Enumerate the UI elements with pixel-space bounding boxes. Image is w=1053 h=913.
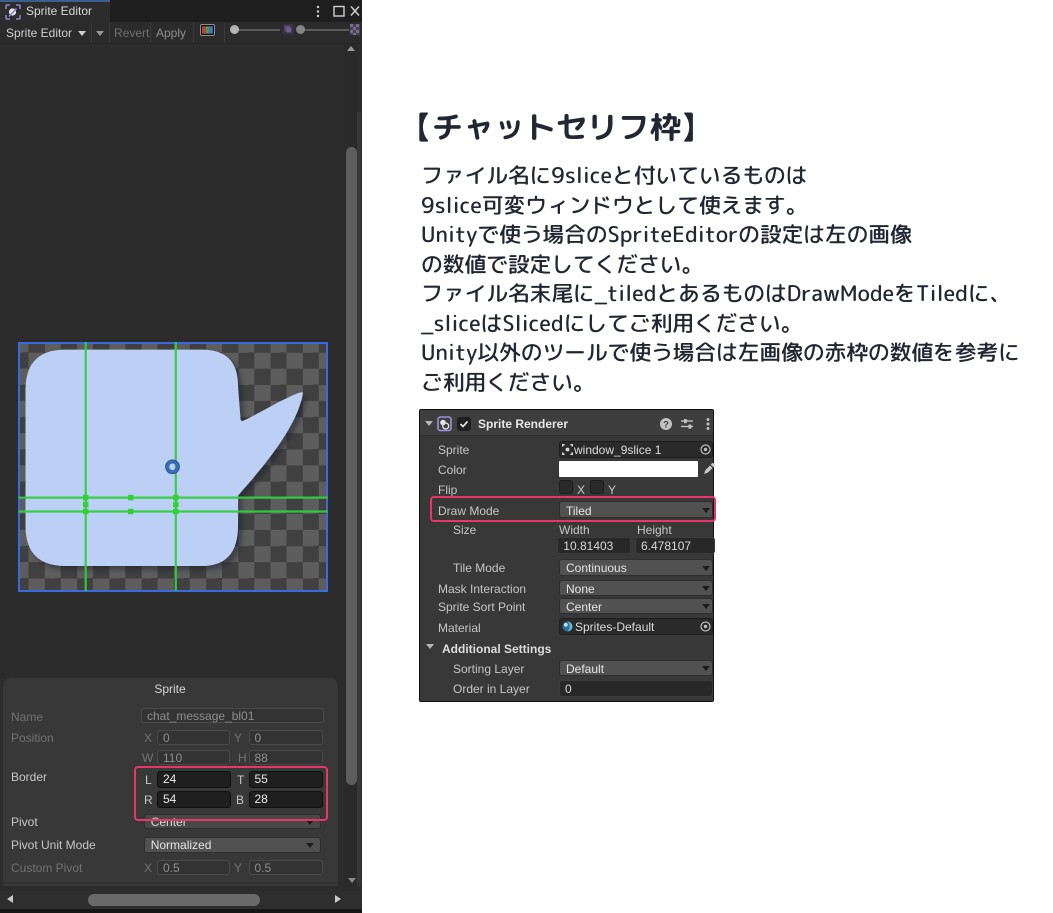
svg-text:?: ? (663, 419, 669, 430)
